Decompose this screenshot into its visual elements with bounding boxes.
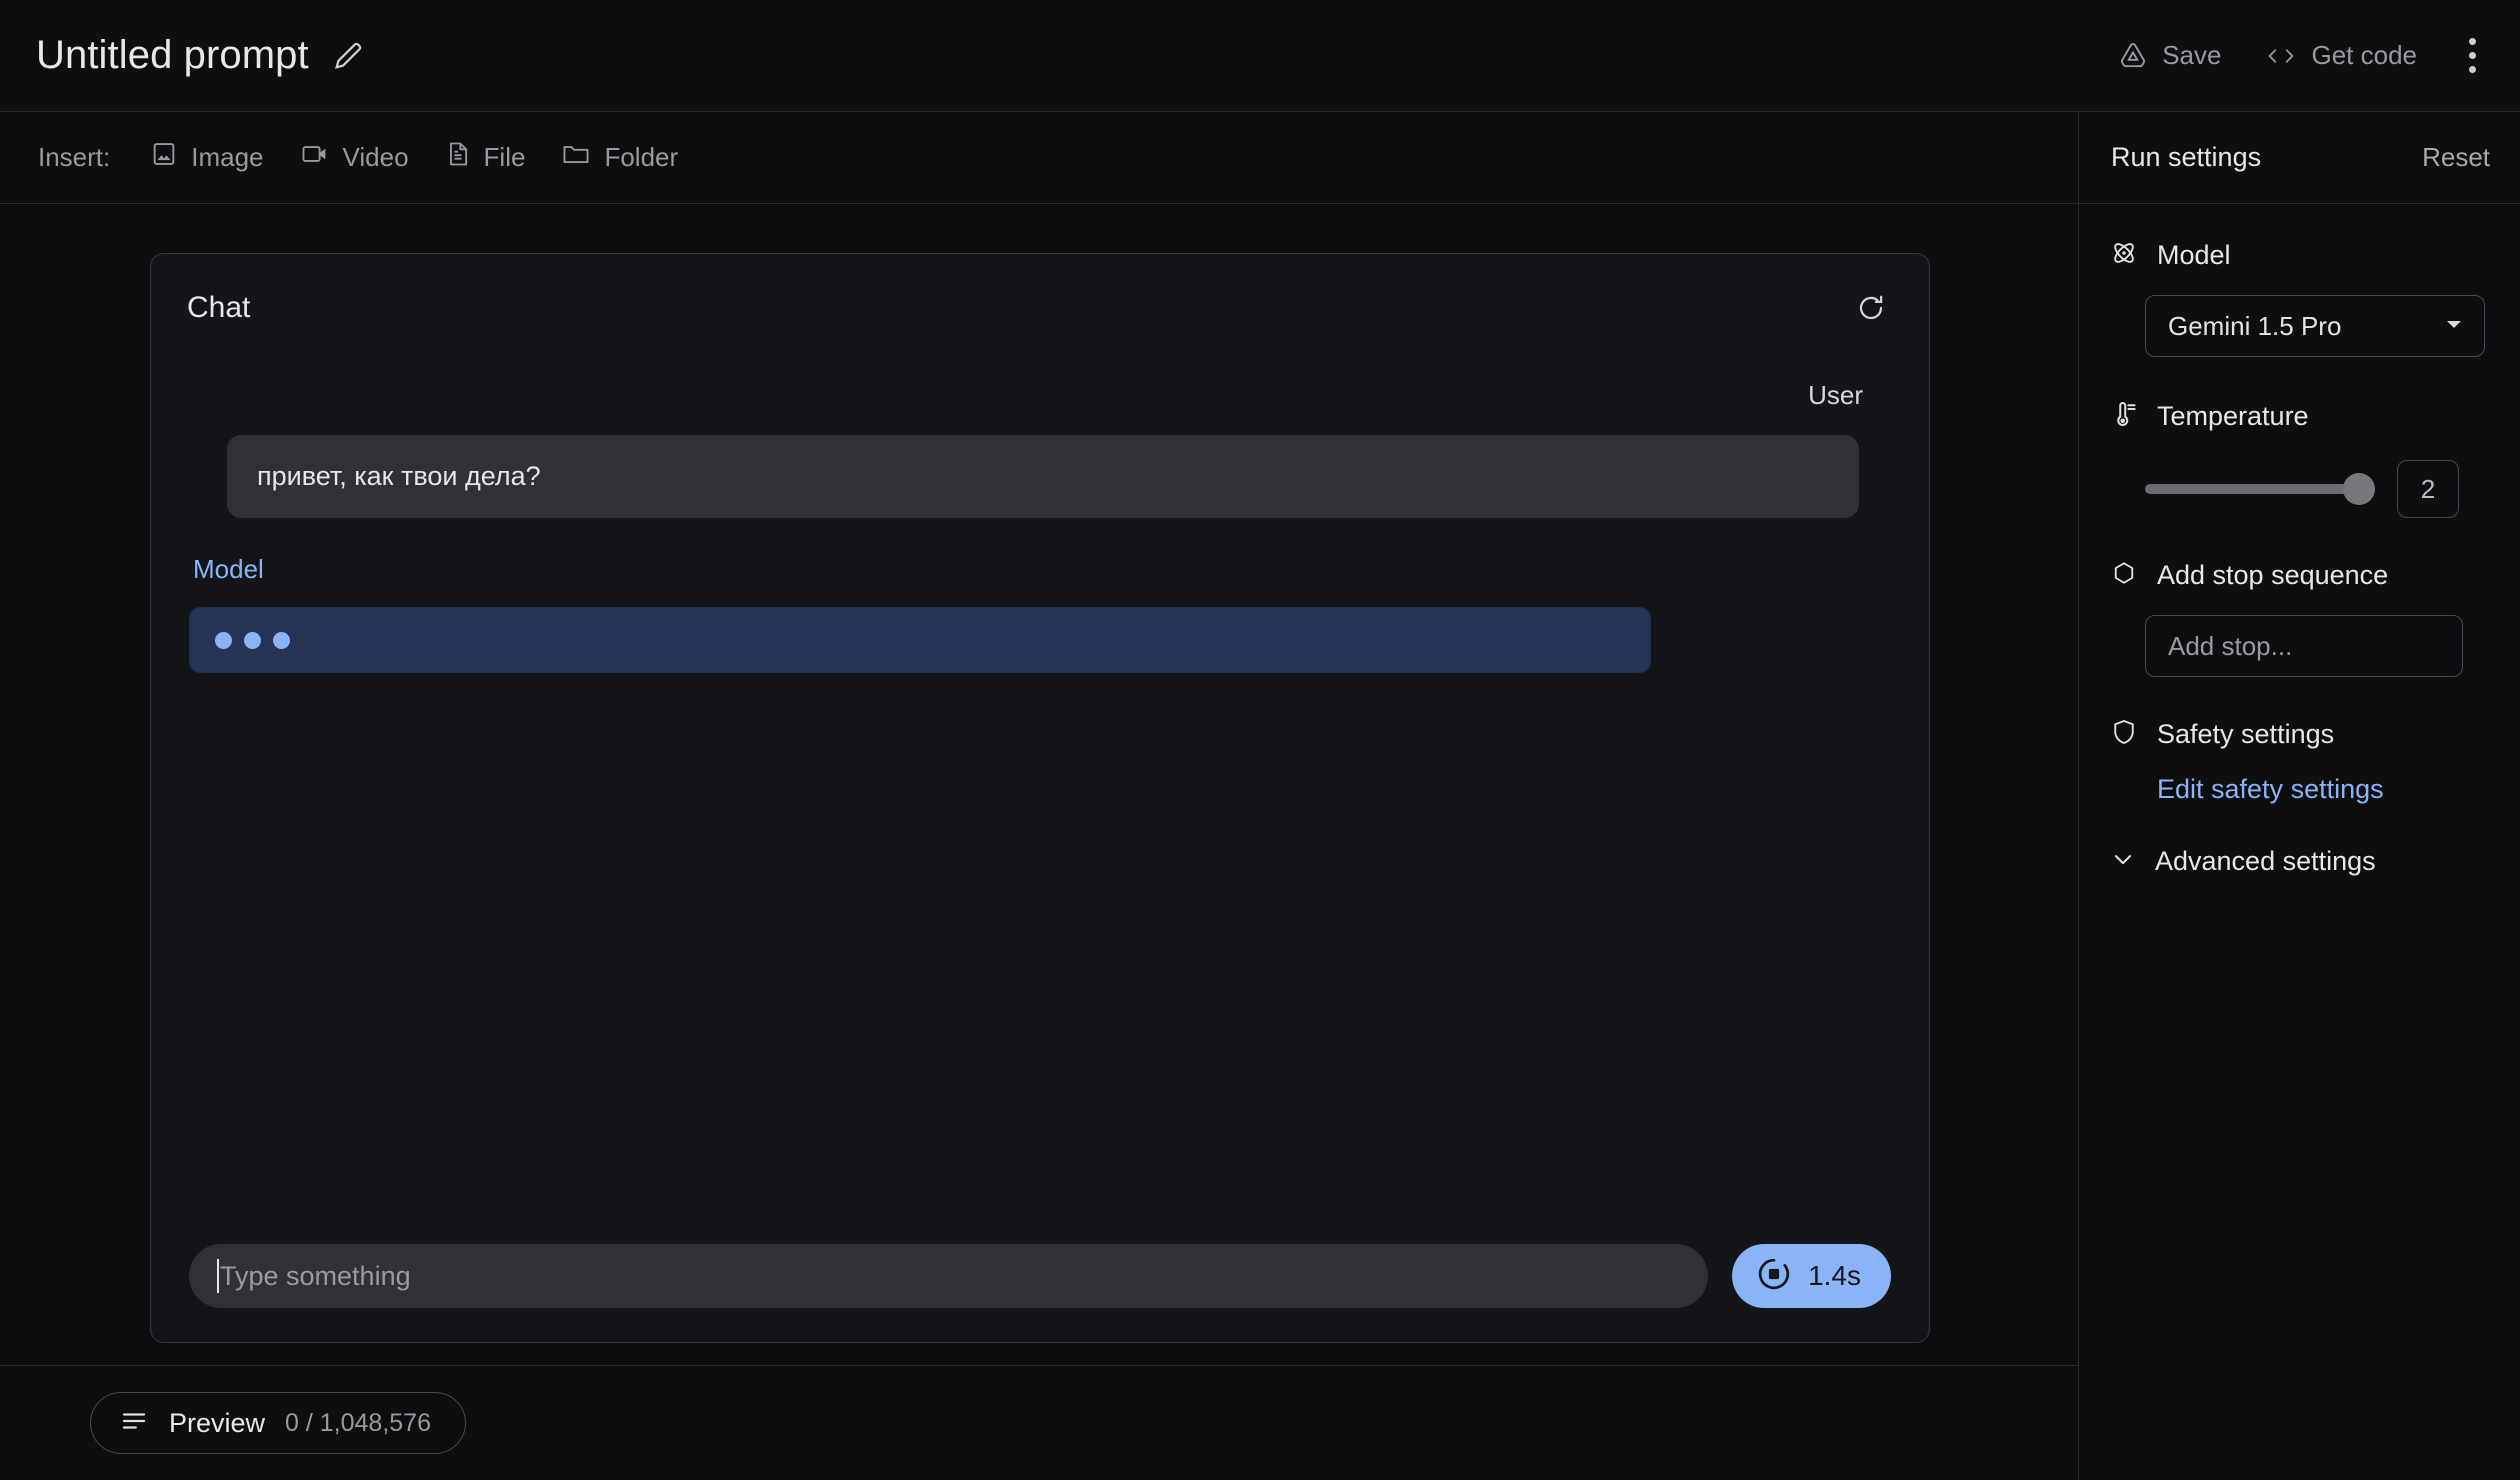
temperature-value: 2 bbox=[2420, 473, 2436, 504]
message-input[interactable]: Type something bbox=[189, 1244, 1709, 1308]
slider-thumb[interactable] bbox=[2343, 473, 2375, 505]
token-count-label: 0 / 1,048,576 bbox=[285, 1408, 431, 1437]
model-response-bubble bbox=[189, 607, 1651, 673]
kebab-menu-icon[interactable] bbox=[2453, 26, 2492, 85]
insert-video-label: Video bbox=[342, 142, 409, 172]
insert-image-button[interactable]: Image bbox=[132, 130, 281, 185]
chat-composer-row: Type something 1.4s bbox=[151, 1244, 1929, 1342]
model-select-value: Gemini 1.5 Pro bbox=[2168, 310, 2342, 341]
run-settings-title: Run settings bbox=[2111, 142, 2262, 172]
chat-title: Chat bbox=[187, 291, 251, 324]
advanced-settings-label: Advanced settings bbox=[2155, 846, 2376, 876]
run-settings-panel: Run settings Reset Model Gemini 1.5 Pro bbox=[2078, 112, 2520, 1480]
shield-icon bbox=[2109, 717, 2139, 752]
refresh-icon[interactable] bbox=[1855, 292, 1887, 324]
model-setting-row: Model bbox=[2109, 238, 2490, 273]
chevron-down-icon bbox=[2109, 845, 2137, 878]
stop-sequence-placeholder: Add stop... bbox=[2168, 630, 2293, 661]
stop-run-button[interactable]: 1.4s bbox=[1732, 1244, 1891, 1308]
save-label: Save bbox=[2162, 40, 2222, 70]
edit-safety-settings-link[interactable]: Edit safety settings bbox=[2157, 774, 2384, 805]
user-message-bubble[interactable]: привет, как твои дела? bbox=[227, 435, 1859, 518]
thermometer-icon bbox=[2109, 399, 2139, 434]
chat-panel: Chat User привет, как твои дела? Model T… bbox=[150, 253, 1930, 1343]
model-select[interactable]: Gemini 1.5 Pro bbox=[2145, 295, 2485, 357]
video-icon bbox=[300, 140, 330, 175]
stop-sequence-input[interactable]: Add stop... bbox=[2145, 615, 2463, 677]
preview-button[interactable]: Preview 0 / 1,048,576 bbox=[90, 1392, 466, 1454]
slider-track bbox=[2145, 484, 2375, 494]
insert-label: Insert: bbox=[38, 142, 111, 172]
safety-settings-row: Safety settings bbox=[2109, 717, 2490, 752]
run-settings-body: Model Gemini 1.5 Pro Temperature 2 Add s… bbox=[2079, 204, 2520, 878]
pencil-icon[interactable] bbox=[331, 39, 365, 73]
get-code-label: Get code bbox=[2311, 40, 2417, 70]
folder-icon bbox=[561, 140, 591, 175]
turn-label-user: User bbox=[1808, 380, 1863, 410]
insert-bar: Insert: Image Video File Folder bbox=[0, 112, 2078, 204]
title-group: Untitled prompt bbox=[36, 33, 365, 78]
page-title: Untitled prompt bbox=[36, 33, 309, 77]
token-count-icon bbox=[119, 1408, 149, 1439]
user-message-text: привет, как твои дела? bbox=[257, 461, 541, 491]
insert-file-button[interactable]: File bbox=[427, 130, 544, 185]
model-setting-label: Model bbox=[2157, 240, 2231, 270]
insert-image-label: Image bbox=[191, 142, 264, 172]
run-settings-header: Run settings Reset bbox=[2079, 112, 2520, 204]
temperature-value-input[interactable]: 2 bbox=[2397, 460, 2459, 518]
get-code-button[interactable]: Get code bbox=[2243, 28, 2439, 83]
stop-circle-icon bbox=[1756, 1256, 1792, 1297]
file-icon bbox=[445, 140, 471, 175]
turn-label-model: Model bbox=[193, 554, 264, 584]
atom-icon bbox=[2109, 238, 2139, 273]
reset-button[interactable]: Reset bbox=[2422, 142, 2490, 173]
chat-transcript: User привет, как твои дела? Model bbox=[151, 362, 1929, 1244]
image-icon bbox=[150, 140, 178, 175]
stop-sequence-setting-row: Add stop sequence bbox=[2109, 558, 2490, 593]
safety-settings-label: Safety settings bbox=[2157, 719, 2335, 749]
main-content: Chat User привет, как твои дела? Model T… bbox=[0, 205, 2078, 1365]
temperature-control-row: 2 bbox=[2145, 460, 2490, 518]
save-button[interactable]: Save bbox=[2096, 28, 2243, 83]
advanced-settings-row[interactable]: Advanced settings bbox=[2109, 845, 2490, 878]
loading-dots-icon bbox=[215, 631, 290, 649]
message-input-placeholder: Type something bbox=[220, 1260, 411, 1291]
insert-folder-button[interactable]: Folder bbox=[543, 130, 696, 185]
bottom-bar: Preview 0 / 1,048,576 bbox=[0, 1365, 2078, 1480]
insert-file-label: File bbox=[483, 142, 526, 172]
top-bar-actions: Save Get code bbox=[2096, 26, 2492, 85]
preview-label: Preview bbox=[169, 1407, 266, 1438]
temperature-setting-label: Temperature bbox=[2157, 401, 2309, 431]
run-duration-label: 1.4s bbox=[1808, 1260, 1861, 1291]
temperature-slider[interactable] bbox=[2145, 473, 2375, 505]
insert-video-button[interactable]: Video bbox=[282, 130, 427, 185]
chat-panel-header: Chat bbox=[151, 254, 1929, 362]
text-caret bbox=[217, 1259, 219, 1293]
chevron-down-icon bbox=[2442, 312, 2466, 341]
hexagon-icon bbox=[2109, 558, 2139, 593]
top-bar: Untitled prompt Save Get code bbox=[0, 0, 2520, 112]
temperature-setting-row: Temperature bbox=[2109, 399, 2490, 434]
stop-sequence-label: Add stop sequence bbox=[2157, 560, 2389, 590]
insert-folder-label: Folder bbox=[604, 142, 679, 172]
